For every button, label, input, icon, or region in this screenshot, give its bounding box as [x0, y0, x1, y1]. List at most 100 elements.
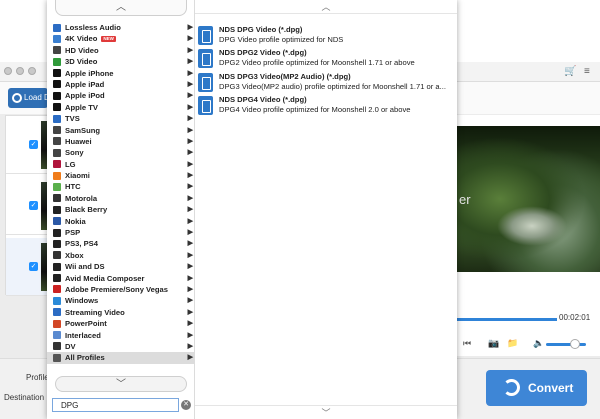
- maximize-window-button[interactable]: [28, 67, 36, 75]
- category-item[interactable]: TVS ▶: [47, 113, 195, 124]
- profile-item[interactable]: NDS DPG4 Video (*.dpg) DPG4 Video profile…: [195, 94, 457, 117]
- convert-button[interactable]: Convert: [486, 370, 587, 406]
- category-item[interactable]: Xiaomi ▶: [47, 170, 195, 181]
- category-label: Wii and DS: [65, 262, 105, 272]
- category-item[interactable]: PSP ▶: [47, 227, 195, 238]
- category-item[interactable]: Black Berry ▶: [47, 204, 195, 215]
- category-item[interactable]: PowerPoint ▶: [47, 318, 195, 329]
- minimize-window-button[interactable]: [16, 67, 24, 75]
- volume-slider[interactable]: [546, 343, 586, 346]
- category-item[interactable]: Xbox ▶: [47, 250, 195, 261]
- category-item[interactable]: HD Video ▶: [47, 45, 195, 56]
- category-label: Apple TV: [65, 102, 98, 112]
- submenu-arrow-icon: ▶: [187, 308, 193, 316]
- menu-icon[interactable]: ≡: [584, 66, 590, 77]
- category-label: Apple iPad: [65, 79, 105, 89]
- htc-icon: [53, 182, 61, 191]
- windows-icon: [53, 296, 61, 305]
- file-checkbox[interactable]: ✓: [29, 140, 38, 149]
- profile-item[interactable]: NDS DPG Video (*.dpg) DPG Video profile o…: [195, 24, 457, 47]
- category-item[interactable]: All Profiles ▶: [47, 352, 195, 364]
- submenu-arrow-icon: ▶: [187, 240, 193, 248]
- category-item[interactable]: Apple iPhone ▶: [47, 68, 195, 79]
- profile-item[interactable]: NDS DPG3 Video(MP2 Audio) (*.dpg) DPG3 Vi…: [195, 71, 457, 94]
- category-item[interactable]: LG ▶: [47, 159, 195, 170]
- cart-icon[interactable]: 🛒: [564, 66, 576, 77]
- submenu-arrow-icon: ▶: [187, 297, 193, 305]
- volume-knob[interactable]: [570, 339, 580, 349]
- category-label: DV: [65, 341, 76, 351]
- apple-icon: [53, 91, 61, 100]
- category-item[interactable]: 4K Video NEW ▶: [47, 33, 195, 44]
- category-item[interactable]: Avid Media Composer ▶: [47, 273, 195, 284]
- category-item[interactable]: Wii and DS ▶: [47, 261, 195, 272]
- category-item[interactable]: 3D Video ▶: [47, 56, 195, 67]
- category-item[interactable]: HTC ▶: [47, 181, 195, 192]
- submenu-arrow-icon: ▶: [187, 69, 193, 77]
- submenu-arrow-icon: ▶: [187, 160, 193, 168]
- category-item[interactable]: Streaming Video ▶: [47, 307, 195, 318]
- category-label: HTC: [65, 182, 81, 192]
- category-label: Adobe Premiere/Sony Vegas: [65, 284, 168, 294]
- folder-icon[interactable]: 📁: [507, 338, 518, 349]
- category-label: Apple iPod: [65, 91, 105, 101]
- submenu-arrow-icon: ▶: [187, 331, 193, 339]
- category-label: Xiaomi: [65, 171, 90, 181]
- profile-search-input[interactable]: [52, 398, 179, 412]
- category-item[interactable]: Apple iPod ▶: [47, 90, 195, 101]
- category-label: 3D Video: [65, 57, 98, 67]
- file-checkbox[interactable]: ✓: [29, 262, 38, 271]
- submenu-arrow-icon: ▶: [187, 172, 193, 180]
- category-item[interactable]: Apple iPad ▶: [47, 79, 195, 90]
- category-scroll-down-button[interactable]: ﹀: [55, 376, 187, 392]
- file-checkbox[interactable]: ✓: [29, 201, 38, 210]
- motorola-icon: [53, 194, 61, 203]
- category-item[interactable]: Huawei ▶: [47, 136, 195, 147]
- convert-label: Convert: [528, 381, 574, 395]
- category-item[interactable]: Interlaced ▶: [47, 330, 195, 341]
- category-item[interactable]: Motorola ▶: [47, 193, 195, 204]
- category-item[interactable]: Apple TV ▶: [47, 102, 195, 113]
- submenu-arrow-icon: ▶: [187, 115, 193, 123]
- profile-item[interactable]: NDS DPG2 Video (*.dpg) DPG2 Video profile…: [195, 47, 457, 70]
- submenu-arrow-icon: ▶: [187, 194, 193, 202]
- category-label: SamSung: [65, 125, 101, 135]
- load-disc-label: Load D: [24, 93, 48, 102]
- submenu-arrow-icon: ▶: [187, 320, 193, 328]
- category-item[interactable]: Nokia ▶: [47, 216, 195, 227]
- category-label: TVS: [65, 114, 80, 124]
- category-item[interactable]: SamSung ▶: [47, 125, 195, 136]
- submenu-arrow-icon: ▶: [187, 35, 193, 43]
- category-label: All Profiles: [65, 353, 105, 363]
- category-label: Motorola: [65, 193, 98, 203]
- stop-icon[interactable]: ⏮: [463, 338, 471, 349]
- profile-scroll-down-button[interactable]: ﹀: [195, 405, 457, 419]
- powerpoint-icon: [53, 319, 61, 328]
- category-scroll-up-button[interactable]: ︿: [55, 0, 187, 16]
- nds-device-icon: [198, 72, 213, 92]
- playback-progress[interactable]: [457, 318, 557, 321]
- play-icon: [53, 353, 61, 362]
- submenu-arrow-icon: ▶: [187, 274, 193, 282]
- xbox-icon: [53, 251, 61, 260]
- clear-search-icon[interactable]: ✕: [181, 400, 191, 410]
- volume-icon[interactable]: 🔈: [533, 338, 544, 349]
- profile-scroll-up-button[interactable]: ︿: [195, 0, 457, 14]
- camera-icon[interactable]: 📷: [488, 338, 499, 349]
- submenu-arrow-icon: ▶: [187, 58, 193, 66]
- close-window-button[interactable]: [4, 67, 12, 75]
- category-item[interactable]: Windows ▶: [47, 295, 195, 306]
- category-item[interactable]: DV ▶: [47, 341, 195, 352]
- convert-icon: [503, 379, 520, 396]
- category-item[interactable]: PS3, PS4 ▶: [47, 238, 195, 249]
- category-item[interactable]: Sony ▶: [47, 147, 195, 158]
- profile-list: NDS DPG Video (*.dpg) DPG Video profile o…: [195, 24, 457, 117]
- submenu-arrow-icon: ▶: [187, 137, 193, 145]
- category-label: PowerPoint: [65, 319, 107, 329]
- nds-device-icon: [198, 49, 213, 69]
- category-item[interactable]: Adobe Premiere/Sony Vegas ▶: [47, 284, 195, 295]
- samsung-icon: [53, 126, 61, 135]
- category-item[interactable]: Lossless Audio ▶: [47, 22, 195, 33]
- load-disc-button[interactable]: Load D: [8, 88, 48, 108]
- submenu-arrow-icon: ▶: [187, 46, 193, 54]
